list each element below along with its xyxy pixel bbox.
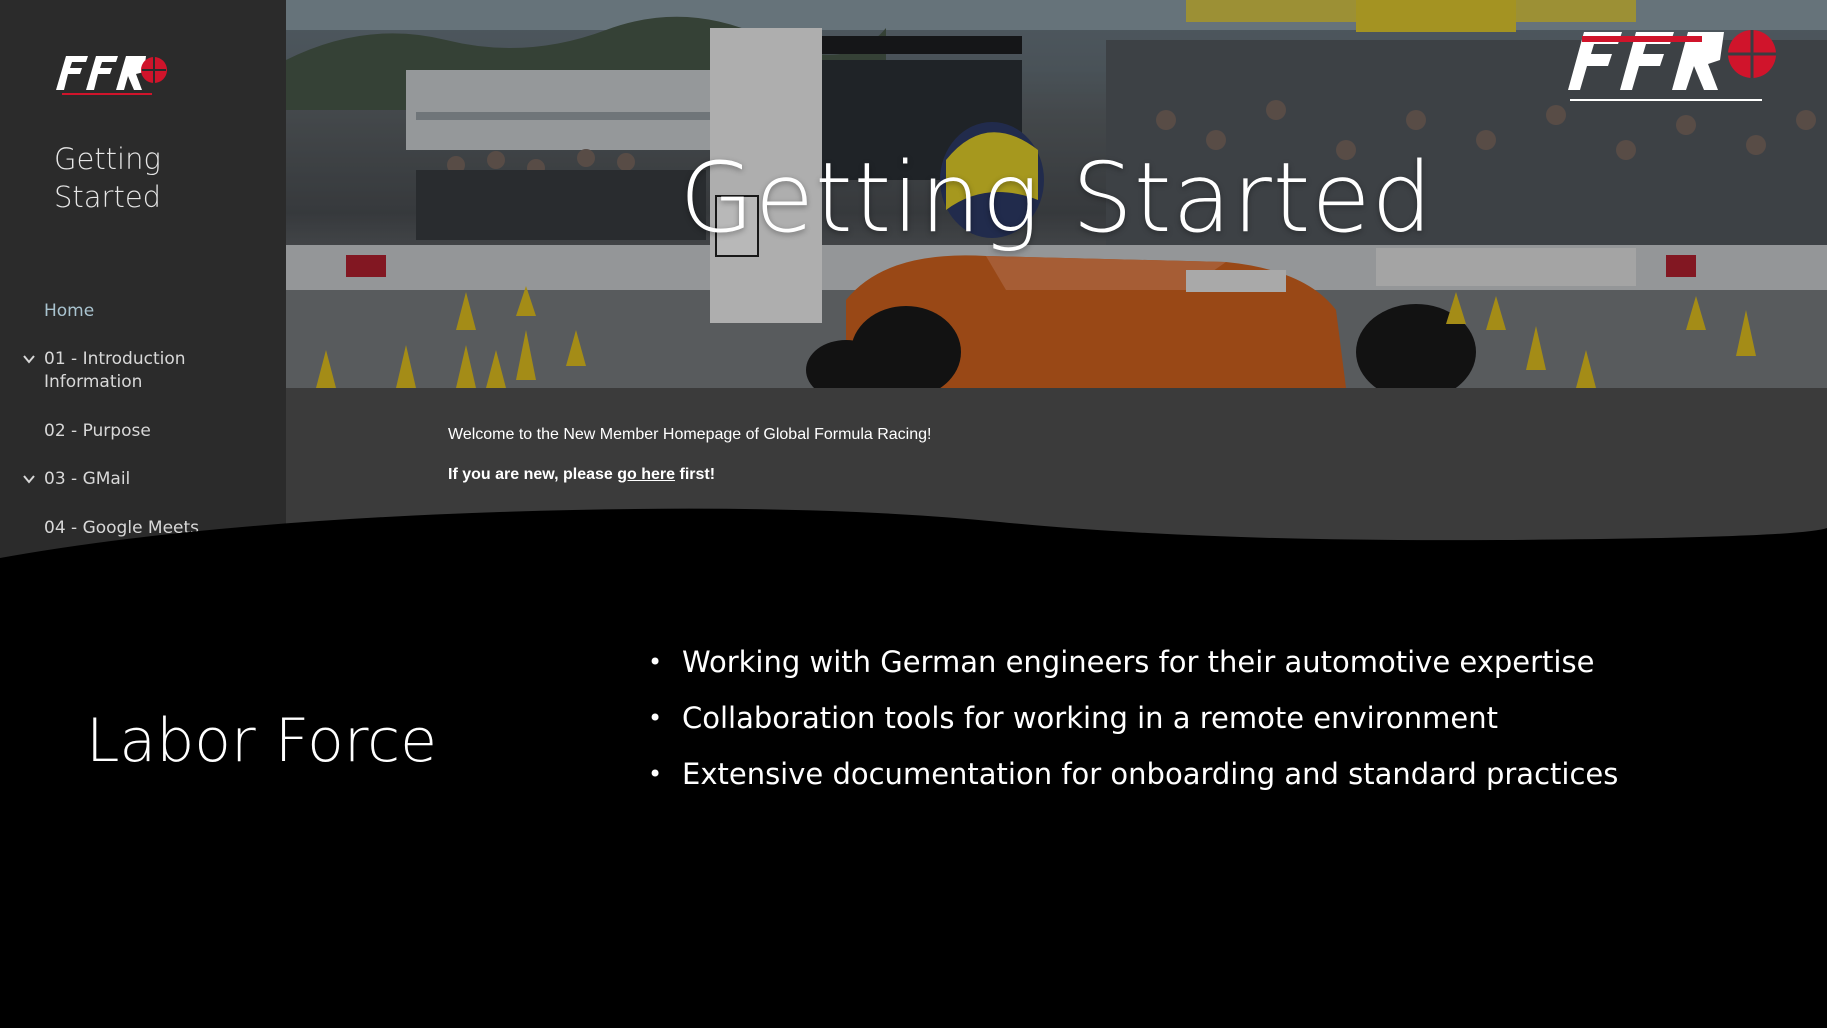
bullet-item: • Working with German engineers for their…: [644, 640, 1618, 696]
nav-item-gmail[interactable]: 03 - GMail: [0, 468, 130, 491]
nav-label-introduction: 01 - Introduction Information: [44, 349, 186, 392]
bullet-dot-icon: •: [648, 648, 663, 676]
website-screenshot: Getting Started Home 01 - Introduction I…: [0, 0, 1827, 560]
bullet-text: Collaboration tools for working in a rem…: [682, 701, 1498, 735]
nav-label-purpose: 02 - Purpose: [44, 421, 151, 441]
bullet-item: • Extensive documentation for onboarding …: [644, 752, 1618, 808]
bullet-text: Extensive documentation for onboarding a…: [682, 757, 1619, 791]
nav-item-home[interactable]: Home: [0, 300, 94, 323]
wave-divider: [0, 508, 1827, 570]
page-content: Welcome to the New Member Homepage of Gl…: [448, 426, 931, 506]
new-member-text: If you are new, please go here first!: [448, 466, 931, 484]
new-member-suffix: first!: [675, 466, 716, 483]
nav-item-introduction[interactable]: 01 - Introduction Information: [0, 348, 244, 394]
bullet-dot-icon: •: [648, 760, 663, 788]
bullet-item: • Collaboration tools for working in a re…: [644, 696, 1618, 752]
nav-item-purpose[interactable]: 02 - Purpose: [0, 420, 151, 443]
chevron-down-icon[interactable]: [22, 472, 36, 486]
gfr-logo-icon[interactable]: [1562, 18, 1787, 108]
gfr-logo-icon[interactable]: [52, 50, 172, 98]
slide-title: Labor Force: [86, 706, 438, 776]
sidebar-site-title[interactable]: Getting Started: [54, 140, 254, 216]
sidebar: Getting Started Home 01 - Introduction I…: [0, 0, 286, 560]
bullet-dot-icon: •: [648, 704, 663, 732]
bullet-text: Working with German engineers for their …: [682, 645, 1595, 679]
bullet-list: • Working with German engineers for their…: [644, 640, 1618, 808]
chevron-down-icon[interactable]: [22, 352, 36, 366]
go-here-link[interactable]: go here: [617, 466, 675, 483]
hero-banner: Getting Started: [286, 0, 1827, 388]
new-member-prefix: If you are new, please: [448, 466, 618, 483]
nav-label-home: Home: [44, 301, 95, 321]
hero-title: Getting Started: [679, 142, 1434, 254]
nav-label-gmail: 03 - GMail: [44, 469, 131, 489]
welcome-text: Welcome to the New Member Homepage of Gl…: [448, 426, 932, 443]
